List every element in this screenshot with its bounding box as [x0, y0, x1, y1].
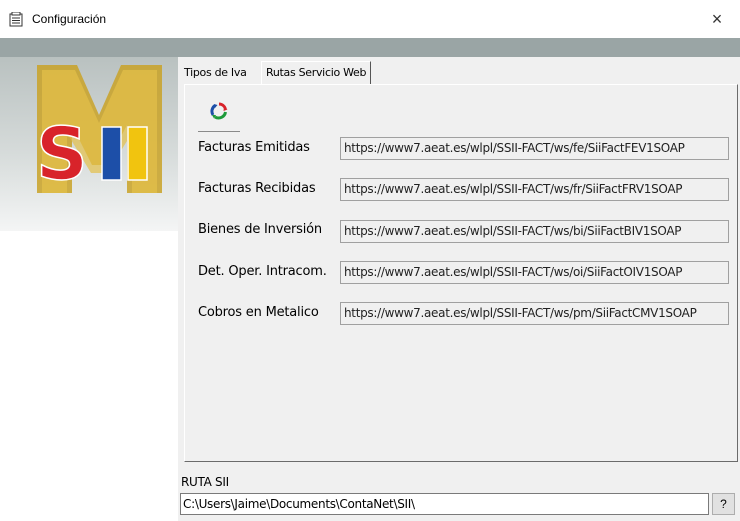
tab-tipos-de-iva[interactable]: Tipos de Iva: [181, 63, 250, 83]
label-facturas-recibidas: Facturas Recibidas: [198, 181, 316, 196]
url-facturas-recibidas[interactable]: https://www7.aeat.es/wlpl/SSII-FACT/ws/f…: [340, 178, 729, 201]
url-cobros-metalico[interactable]: https://www7.aeat.es/wlpl/SSII-FACT/ws/p…: [340, 302, 729, 325]
tab-rutas-servicio-web[interactable]: Rutas Servicio Web: [261, 61, 372, 84]
label-facturas-emitidas: Facturas Emitidas: [198, 140, 310, 155]
close-button[interactable]: ×: [694, 0, 740, 38]
title-bar: Configuración ×: [0, 0, 740, 38]
ruta-sii-label: RUTA SII: [181, 475, 229, 489]
close-icon: ×: [711, 8, 723, 29]
label-cobros-metalico: Cobros en Metalico: [198, 305, 319, 320]
label-bienes-inversion: Bienes de Inversión: [198, 222, 322, 237]
window-title: Configuración: [32, 12, 107, 26]
logo-s: S: [36, 112, 88, 195]
label-det-oper-intracom: Det. Oper. Intracom.: [198, 264, 327, 279]
ruta-sii-input[interactable]: C:\Users\Jaime\Documents\ContaNet\SII\: [180, 493, 709, 515]
browse-button[interactable]: ?: [712, 493, 735, 515]
refresh-button[interactable]: [198, 98, 240, 132]
url-det-oper-intracom[interactable]: https://www7.aeat.es/wlpl/SSII-FACT/ws/o…: [340, 261, 729, 284]
url-facturas-emitidas[interactable]: https://www7.aeat.es/wlpl/SSII-FACT/ws/f…: [340, 137, 729, 160]
refresh-icon: [210, 102, 228, 120]
url-bienes-inversion[interactable]: https://www7.aeat.es/wlpl/SSII-FACT/ws/b…: [340, 220, 729, 243]
sii-logo-icon: S: [35, 65, 162, 195]
app-icon: [9, 12, 23, 27]
refresh-underline: [198, 131, 240, 132]
